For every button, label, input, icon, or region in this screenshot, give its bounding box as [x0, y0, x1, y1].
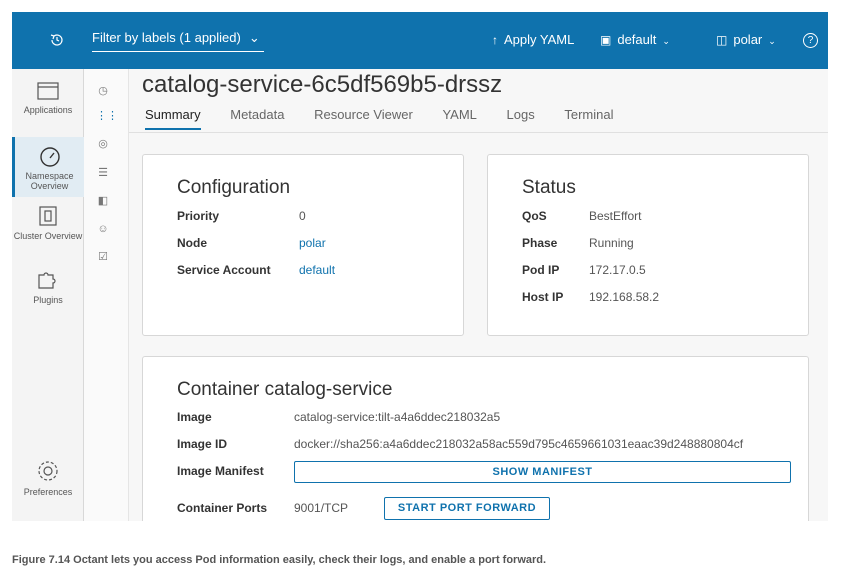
gear-icon	[38, 461, 58, 481]
tab-terminal[interactable]: Terminal	[564, 107, 613, 128]
nav-item-plugins[interactable]: Plugins	[12, 269, 84, 313]
tab-summary[interactable]: Summary	[145, 107, 201, 130]
history-icon[interactable]	[48, 31, 66, 49]
config-icon[interactable]: ◧	[96, 194, 110, 208]
namespace-selector[interactable]: ▣ default ⌄	[600, 32, 670, 47]
chevron-down-icon: ⌄	[768, 36, 776, 46]
chevron-down-icon: ⌄	[662, 36, 670, 46]
service-account-label: Service Account	[177, 263, 271, 277]
applications-icon	[37, 82, 59, 100]
phase-value: Running	[589, 236, 634, 250]
secondary-nav: ◷ ⋮⋮ ◎ ☰ ◧ ☺ ☑	[84, 69, 129, 521]
nav-item-applications[interactable]: Applications	[12, 81, 84, 131]
primary-nav: Applications Namespace Overview Cluster …	[12, 69, 84, 521]
container-ports-label: Container Ports	[177, 501, 268, 515]
nav-item-namespace-overview[interactable]: Namespace Overview	[12, 137, 84, 197]
context-selector[interactable]: ◫ polar ⌄	[716, 32, 776, 47]
nav-label: Plugins	[33, 295, 63, 305]
chevron-down-icon: ⌄	[248, 30, 260, 45]
events-icon[interactable]: ☑	[96, 250, 110, 264]
dashboard-icon[interactable]: ◷	[96, 84, 110, 98]
discovery-icon[interactable]: ◎	[96, 137, 110, 151]
image-label: Image	[177, 410, 212, 424]
show-manifest-button[interactable]: SHOW MANIFEST	[294, 461, 791, 483]
image-manifest-label: Image Manifest	[177, 464, 264, 478]
tab-bar: Summary Metadata Resource Viewer YAML Lo…	[145, 107, 639, 130]
qos-value: BestEffort	[589, 209, 642, 223]
configuration-card: Configuration Priority 0 Node polar Serv…	[142, 154, 464, 336]
tab-resource-viewer[interactable]: Resource Viewer	[314, 107, 413, 128]
configuration-heading: Configuration	[177, 177, 291, 198]
cluster-icon	[39, 206, 57, 226]
host-ip-label: Host IP	[522, 290, 564, 304]
nav-item-cluster-overview[interactable]: Cluster Overview	[12, 205, 84, 261]
namespace-icon: ▣	[600, 33, 612, 47]
container-ports-value: 9001/TCP	[294, 501, 349, 515]
qos-label: QoS	[522, 209, 547, 223]
tab-yaml[interactable]: YAML	[442, 107, 476, 128]
image-id-label: Image ID	[177, 437, 228, 451]
apply-yaml-label: Apply YAML	[504, 32, 575, 47]
status-heading: Status	[522, 177, 576, 198]
context-label: polar	[733, 32, 763, 47]
apply-yaml-button[interactable]: ↑ Apply YAML	[492, 32, 574, 47]
workloads-icon[interactable]: ⋮⋮	[96, 109, 118, 123]
tab-logs[interactable]: Logs	[507, 107, 535, 128]
priority-label: Priority	[177, 209, 220, 223]
pod-ip-label: Pod IP	[522, 263, 560, 277]
nav-label: Applications	[23, 105, 73, 115]
host-ip-value: 192.168.58.2	[589, 290, 660, 304]
help-icon[interactable]: ?	[803, 33, 818, 48]
top-bar: Filter by labels (1 applied) ⌄ ↑ Apply YAM…	[12, 12, 828, 69]
node-label: Node	[177, 236, 207, 250]
cluster-icon: ◫	[716, 33, 728, 47]
page-title: catalog-service-6c5df569b5-drssz	[142, 71, 503, 98]
storage-icon[interactable]: ☰	[96, 166, 110, 180]
filter-label: Filter by labels (1 applied)	[92, 30, 241, 45]
node-link[interactable]: polar	[299, 236, 326, 250]
nav-item-preferences[interactable]: Preferences	[12, 459, 84, 509]
nav-label: Cluster Overview	[13, 231, 83, 241]
status-card: Status QoS BestEffort Phase Running Pod …	[487, 154, 809, 336]
namespace-label: default	[617, 32, 657, 47]
nav-label: Preferences	[23, 487, 73, 497]
label-filter-dropdown[interactable]: Filter by labels (1 applied) ⌄	[92, 30, 264, 52]
start-port-forward-button[interactable]: START PORT FORWARD	[384, 497, 550, 520]
service-account-link[interactable]: default	[299, 263, 335, 277]
upload-icon: ↑	[492, 33, 498, 47]
container-card: Container catalog-service Image catalog-…	[142, 356, 809, 521]
phase-label: Phase	[522, 236, 558, 250]
main-content: catalog-service-6c5df569b5-drssz Summary…	[129, 69, 828, 521]
dashboard-icon	[39, 147, 60, 167]
puzzle-icon	[38, 272, 56, 289]
image-id-value: docker://sha256:a4a6ddec218032a58ac559d7…	[294, 437, 744, 451]
tab-metadata[interactable]: Metadata	[230, 107, 284, 128]
priority-value: 0	[299, 209, 306, 223]
nav-label: Namespace Overview	[25, 171, 74, 191]
container-heading: Container catalog-service	[177, 379, 393, 400]
rbac-icon[interactable]: ☺	[96, 222, 110, 236]
pod-ip-value: 172.17.0.5	[589, 263, 646, 277]
image-value: catalog-service:tilt-a4a6ddec218032a5	[294, 410, 501, 424]
figure-caption: Figure 7.14 Octant lets you access Pod i…	[12, 554, 547, 566]
tabs-divider	[129, 132, 828, 133]
